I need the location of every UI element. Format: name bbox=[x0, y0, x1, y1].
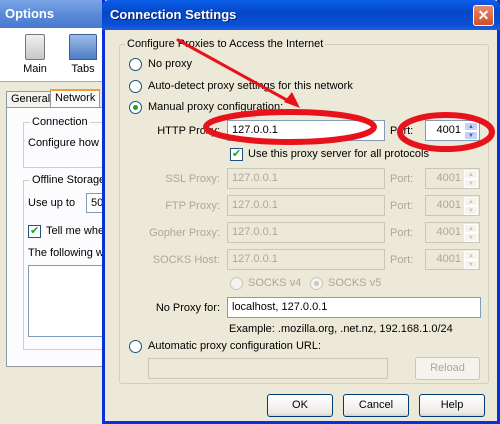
tabs-icon bbox=[69, 34, 97, 60]
socks-v5-radio[interactable] bbox=[310, 277, 323, 290]
socks-port-label: Port: bbox=[390, 254, 414, 266]
manual-proxy-label: Manual proxy configuration: bbox=[148, 101, 284, 113]
chevron-down-icon[interactable]: ▼ bbox=[464, 179, 478, 188]
gopher-port-stepper[interactable]: 4001 ▲ ▼ bbox=[425, 222, 480, 243]
auto-detect-radio[interactable] bbox=[129, 80, 142, 93]
ok-button[interactable]: OK bbox=[267, 394, 333, 417]
network-panel: Connection Configure how F Offline Stora… bbox=[6, 107, 128, 367]
socks-port-stepper[interactable]: 4001 ▲ ▼ bbox=[425, 249, 480, 270]
no-proxy-for-label: No Proxy for: bbox=[155, 302, 220, 314]
chevron-down-icon[interactable]: ▼ bbox=[464, 206, 478, 215]
help-button[interactable]: Help bbox=[419, 394, 485, 417]
following-text: The following we bbox=[28, 247, 110, 259]
close-icon: ✕ bbox=[477, 7, 490, 23]
socks-host-label: SOCKS Host: bbox=[152, 254, 220, 266]
chevron-down-icon[interactable]: ▼ bbox=[464, 233, 478, 242]
tell-me-checkbox[interactable] bbox=[28, 224, 41, 238]
auto-url-radio[interactable] bbox=[129, 340, 142, 353]
ftp-proxy-label: FTP Proxy: bbox=[165, 200, 220, 212]
ssl-port-label: Port: bbox=[390, 173, 414, 185]
http-port-label: Port: bbox=[390, 125, 414, 137]
http-port-stepper[interactable]: 4001 ▲ ▼ bbox=[425, 120, 480, 141]
http-proxy-input[interactable]: 127.0.0.1 bbox=[227, 120, 385, 141]
socks-host-value: 127.0.0.1 bbox=[232, 253, 278, 265]
no-proxy-radio[interactable] bbox=[129, 58, 142, 71]
help-label: Help bbox=[440, 399, 464, 411]
no-proxy-for-input[interactable]: localhost, 127.0.0.1 bbox=[227, 297, 481, 318]
gopher-proxy-value: 127.0.0.1 bbox=[232, 226, 278, 238]
options-titlebar: Options bbox=[0, 0, 110, 28]
close-button[interactable]: ✕ bbox=[473, 5, 494, 26]
toolbar-tabs-button[interactable]: Tabs bbox=[60, 32, 106, 80]
no-proxy-example: Example: .mozilla.org, .net.nz, 192.168.… bbox=[229, 323, 453, 335]
ftp-port-value: 4001 bbox=[436, 199, 461, 211]
cancel-button[interactable]: Cancel bbox=[343, 394, 409, 417]
connection-settings-dialog: Connection Settings ✕ Configure Proxies … bbox=[102, 0, 500, 424]
ssl-port-value: 4001 bbox=[436, 172, 461, 184]
http-port-value: 4001 bbox=[436, 124, 461, 136]
ssl-proxy-value: 127.0.0.1 bbox=[232, 172, 278, 184]
socks-v4-radio[interactable] bbox=[230, 277, 243, 290]
gopher-port-value: 4001 bbox=[436, 226, 461, 238]
use-up-to-label: Use up to bbox=[28, 197, 76, 209]
ftp-proxy-value: 127.0.0.1 bbox=[232, 199, 278, 211]
use-same-proxy-label: Use this proxy server for all protocols bbox=[248, 148, 429, 160]
gopher-proxy-input[interactable]: 127.0.0.1 bbox=[227, 222, 385, 243]
chevron-up-icon[interactable]: ▲ bbox=[464, 197, 478, 206]
chevron-up-icon[interactable]: ▲ bbox=[464, 224, 478, 233]
cancel-label: Cancel bbox=[358, 399, 394, 411]
no-proxy-for-value: localhost, 127.0.0.1 bbox=[232, 301, 328, 313]
chevron-up-icon[interactable]: ▲ bbox=[464, 170, 478, 179]
gopher-port-label: Port: bbox=[390, 227, 414, 239]
reload-label: Reload bbox=[430, 362, 465, 374]
tell-me-label: Tell me whe bbox=[46, 225, 105, 237]
connection-group-title: Connection bbox=[30, 116, 90, 128]
proxy-group-title: Configure Proxies to Access the Internet bbox=[125, 38, 326, 50]
http-proxy-label: HTTP Proxy: bbox=[157, 125, 220, 137]
switch-icon bbox=[25, 34, 45, 60]
chevron-down-icon[interactable]: ▼ bbox=[464, 131, 478, 140]
socks-v4-label: SOCKS v4 bbox=[248, 277, 302, 289]
no-proxy-label: No proxy bbox=[148, 58, 193, 70]
ssl-proxy-label: SSL Proxy: bbox=[165, 173, 220, 185]
toolbar-main-button[interactable]: Main bbox=[12, 32, 58, 80]
ftp-port-label: Port: bbox=[390, 200, 414, 212]
auto-detect-label: Auto-detect proxy settings for this netw… bbox=[148, 80, 353, 92]
socks-port-value: 4001 bbox=[436, 253, 461, 265]
tab-network-label: Network bbox=[55, 92, 96, 104]
auto-url-input[interactable] bbox=[148, 358, 388, 379]
tab-general-label: General bbox=[11, 93, 51, 105]
options-toolbar: Main Tabs bbox=[0, 28, 110, 82]
tab-general[interactable]: General bbox=[6, 91, 56, 108]
reload-button[interactable]: Reload bbox=[415, 357, 480, 380]
socks-v5-label: SOCKS v5 bbox=[328, 277, 382, 289]
tab-network[interactable]: Network bbox=[50, 89, 101, 108]
socks-host-input[interactable]: 127.0.0.1 bbox=[227, 249, 385, 270]
toolbar-main-label: Main bbox=[23, 63, 47, 75]
chevron-up-icon[interactable]: ▲ bbox=[464, 122, 478, 131]
proxy-config-group: Configure Proxies to Access the Internet… bbox=[119, 38, 489, 384]
dialog-titlebar: Connection Settings ✕ bbox=[102, 0, 500, 30]
toolbar-tabs-label: Tabs bbox=[71, 63, 95, 75]
connection-text: Configure how F bbox=[28, 137, 109, 149]
ssl-port-stepper[interactable]: 4001 ▲ ▼ bbox=[425, 168, 480, 189]
auto-url-label: Automatic proxy configuration URL: bbox=[148, 340, 322, 352]
ftp-proxy-input[interactable]: 127.0.0.1 bbox=[227, 195, 385, 216]
offline-group-title: Offline Storage bbox=[30, 174, 108, 186]
ssl-proxy-input[interactable]: 127.0.0.1 bbox=[227, 168, 385, 189]
gopher-proxy-label: Gopher Proxy: bbox=[149, 227, 220, 239]
ftp-port-stepper[interactable]: 4001 ▲ ▼ bbox=[425, 195, 480, 216]
chevron-up-icon[interactable]: ▲ bbox=[464, 251, 478, 260]
options-title: Options bbox=[5, 6, 55, 21]
ok-label: OK bbox=[292, 399, 308, 411]
dialog-title: Connection Settings bbox=[110, 7, 237, 22]
use-same-proxy-checkbox[interactable] bbox=[230, 147, 243, 161]
chevron-down-icon[interactable]: ▼ bbox=[464, 260, 478, 269]
manual-proxy-radio[interactable] bbox=[129, 101, 142, 114]
http-proxy-value: 127.0.0.1 bbox=[232, 124, 278, 136]
